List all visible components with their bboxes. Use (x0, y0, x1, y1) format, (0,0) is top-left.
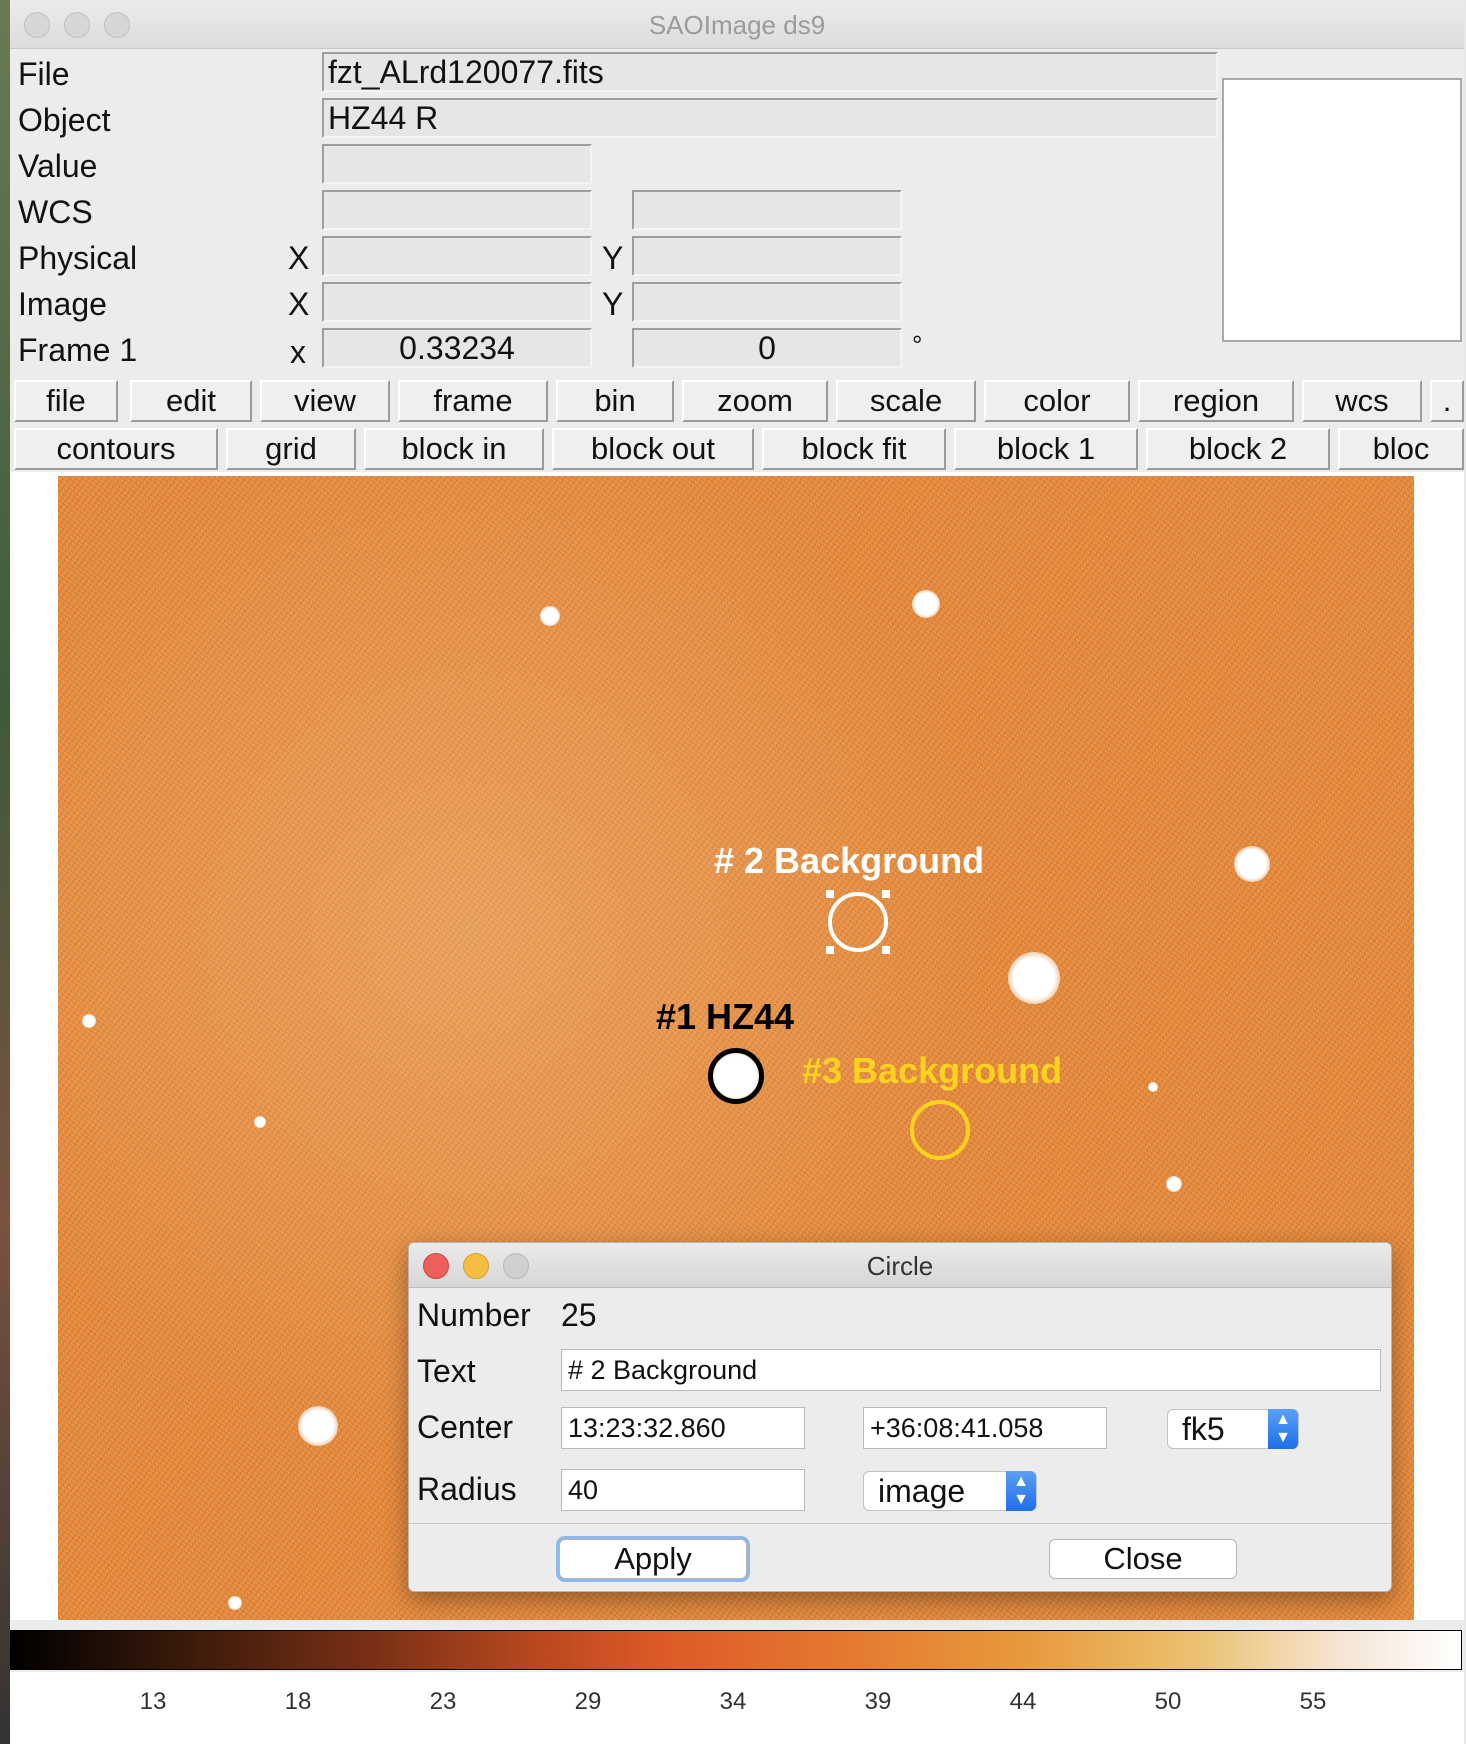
wcs-label: WCS (18, 194, 93, 230)
star (1148, 1082, 1158, 1092)
frame-menu-button[interactable]: frame (398, 380, 548, 422)
coordinate-system-select[interactable]: fk5 ▲ ▼ (1167, 1409, 1299, 1449)
block-out-button[interactable]: block out (552, 428, 754, 470)
colorbar[interactable] (10, 1630, 1462, 1670)
region-2-handle[interactable] (826, 946, 834, 954)
star (540, 606, 560, 626)
star (1166, 1176, 1182, 1192)
wcs-y-field (632, 190, 902, 230)
colorbar-tick: 55 (1299, 1688, 1327, 1715)
contours-button[interactable]: contours (14, 428, 218, 470)
value-field (322, 144, 592, 184)
center-label: Center (417, 1409, 514, 1445)
region-2-handle[interactable] (826, 890, 834, 898)
image-label: Image (18, 286, 107, 322)
dialog-title: Circle (866, 1251, 934, 1281)
region-2-handle[interactable] (882, 946, 890, 954)
ds9-window: SAOImage ds9 File fzt_ALrd120077.fits Ob… (10, 0, 1464, 1744)
center-dec-input[interactable]: +36:08:41.058 (863, 1407, 1107, 1449)
region-3-circle[interactable] (910, 1100, 970, 1160)
window-title: SAOImage ds9 (648, 10, 826, 40)
grid-button[interactable]: grid (226, 428, 356, 470)
radius-units-select[interactable]: image ▲ ▼ (863, 1471, 1037, 1511)
region-2-circle[interactable] (828, 892, 888, 952)
zoom-menu-button[interactable]: zoom (682, 380, 828, 422)
colorbar-tick: 39 (864, 1688, 892, 1715)
colorbar-tick: 34 (719, 1688, 747, 1715)
radius-input[interactable]: 40 (561, 1469, 805, 1511)
apply-button[interactable]: Apply (559, 1539, 747, 1579)
block-1-button[interactable]: block 1 (954, 428, 1138, 470)
more-menu-button[interactable]: . (1430, 380, 1464, 422)
image-y-field (632, 282, 902, 322)
frame-label: Frame 1 (18, 332, 138, 368)
dialog-title-bar[interactable]: Circle (409, 1243, 1391, 1288)
physical-y-field (632, 236, 902, 276)
wcs-x-field (322, 190, 592, 230)
physical-x-label: X (288, 240, 310, 276)
colorbar-tick: 18 (284, 1688, 312, 1715)
value-label: Value (18, 148, 98, 184)
text-label: Text (417, 1353, 476, 1389)
color-menu-button[interactable]: color (984, 380, 1130, 422)
physical-x-field (322, 236, 592, 276)
star (254, 1116, 266, 1128)
physical-y-label: Y (602, 240, 624, 276)
colorbar-tick: 23 (429, 1688, 457, 1715)
region-2-handle[interactable] (882, 890, 890, 898)
colorbar-tick: 44 (1009, 1688, 1037, 1715)
bin-menu-button[interactable]: bin (556, 380, 674, 422)
frame-x-label: x (290, 334, 306, 370)
star (1008, 952, 1060, 1004)
region-2-label[interactable]: # 2 Background (714, 840, 984, 882)
object-label: Object (18, 102, 111, 138)
file-label: File (18, 56, 70, 92)
frame-angle-field: 0 (632, 328, 902, 368)
region-1-circle[interactable] (708, 1048, 764, 1104)
block-in-button[interactable]: block in (364, 428, 544, 470)
image-y-label: Y (602, 286, 624, 322)
physical-label: Physical (18, 240, 138, 276)
colorbar-tick: 29 (574, 1688, 602, 1715)
circle-dialog: Circle Number 25 Text # 2 Background Cen… (408, 1242, 1392, 1592)
dialog-separator (409, 1523, 1391, 1524)
coordinate-system-value: fk5 (1182, 1411, 1225, 1447)
region-1-label[interactable]: #1 HZ44 (656, 996, 794, 1038)
star (228, 1596, 242, 1610)
colorbar-tick: 50 (1154, 1688, 1182, 1715)
image-x-field (322, 282, 592, 322)
block-4-button[interactable]: bloc (1338, 428, 1464, 470)
degree-symbol: ° (912, 330, 923, 360)
edit-menu-button[interactable]: edit (130, 380, 252, 422)
object-field: HZ44 R (322, 98, 1218, 138)
view-menu-button[interactable]: view (260, 380, 390, 422)
select-arrows-icon: ▲ ▼ (1006, 1471, 1036, 1511)
center-ra-input[interactable]: 13:23:32.860 (561, 1407, 805, 1449)
star (912, 590, 940, 618)
colorbar-tick: 13 (139, 1688, 167, 1715)
file-menu-button[interactable]: file (14, 380, 118, 422)
title-bar[interactable]: SAOImage ds9 (10, 0, 1464, 49)
close-button[interactable]: Close (1049, 1539, 1237, 1579)
scale-menu-button[interactable]: scale (836, 380, 976, 422)
file-field: fzt_ALrd120077.fits (322, 52, 1218, 92)
number-value: 25 (561, 1297, 597, 1333)
region-text-input[interactable]: # 2 Background (561, 1349, 1381, 1391)
select-arrows-icon: ▲ ▼ (1268, 1409, 1298, 1449)
radius-label: Radius (417, 1471, 517, 1507)
region-menu-button[interactable]: region (1138, 380, 1294, 422)
star (1234, 846, 1270, 882)
number-label: Number (417, 1297, 531, 1333)
image-x-label: X (288, 286, 310, 322)
region-3-label[interactable]: #3 Background (802, 1050, 1062, 1092)
radius-units-value: image (878, 1473, 966, 1509)
frame-zoom-field: 0.33234 (322, 328, 592, 368)
star (298, 1406, 338, 1446)
wcs-menu-button[interactable]: wcs (1302, 380, 1422, 422)
star (82, 1014, 96, 1028)
block-fit-button[interactable]: block fit (762, 428, 946, 470)
block-2-button[interactable]: block 2 (1146, 428, 1330, 470)
panner-view[interactable] (1222, 78, 1462, 342)
